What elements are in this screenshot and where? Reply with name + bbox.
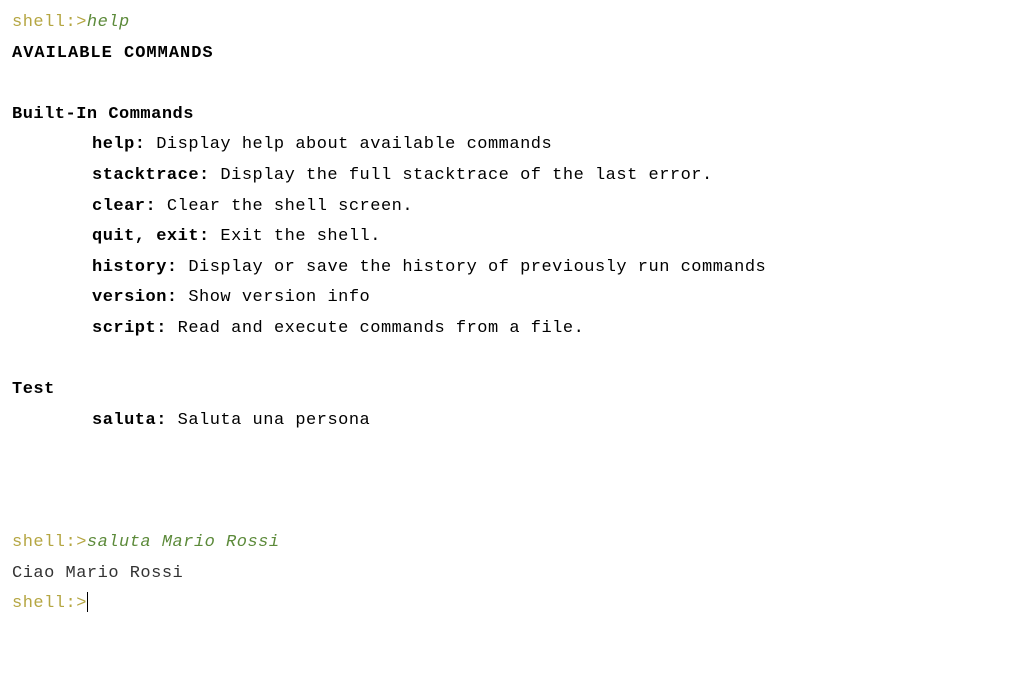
command-item: stacktrace: Display the full stacktrace …	[92, 161, 1012, 192]
command-desc: Exit the shell.	[210, 227, 381, 246]
command-desc: Clear the shell screen.	[156, 197, 413, 216]
entered-command: help	[87, 13, 130, 32]
command-name: script:	[92, 319, 167, 338]
command-name: help:	[92, 135, 146, 154]
command-item: script: Read and execute commands from a…	[92, 314, 1012, 345]
command-desc: Display or save the history of previousl…	[178, 258, 767, 277]
cursor	[87, 592, 88, 612]
command-name: version:	[92, 288, 178, 307]
blank-line	[12, 498, 1012, 529]
blank-line	[12, 345, 1012, 376]
group-heading-builtin: Built-In Commands	[12, 100, 1012, 131]
available-commands-heading: AVAILABLE COMMANDS	[12, 39, 1012, 70]
blank-line	[12, 69, 1012, 100]
command-name: saluta:	[92, 411, 167, 430]
command-name: stacktrace:	[92, 166, 210, 185]
blank-line	[12, 467, 1012, 498]
command-desc: Saluta una persona	[167, 411, 370, 430]
command-line: shell:>help	[12, 8, 1012, 39]
command-item: saluta: Saluta una persona	[92, 406, 1012, 437]
command-output: Ciao Mario Rossi	[12, 559, 1012, 590]
shell-prompt: shell:>	[12, 13, 87, 32]
command-item: history: Display or save the history of …	[92, 253, 1012, 284]
group-heading-test: Test	[12, 375, 1012, 406]
command-name: history:	[92, 258, 178, 277]
command-list-test: saluta: Saluta una persona	[12, 406, 1012, 437]
terminal[interactable]: shell:>help AVAILABLE COMMANDS Built-In …	[12, 8, 1012, 620]
command-item: quit, exit: Exit the shell.	[92, 222, 1012, 253]
command-desc: Display help about available commands	[146, 135, 553, 154]
command-list-builtin: help: Display help about available comma…	[12, 130, 1012, 344]
command-name: quit, exit:	[92, 227, 210, 246]
command-desc: Read and execute commands from a file.	[167, 319, 584, 338]
current-prompt-line[interactable]: shell:>	[12, 589, 1012, 620]
command-line: shell:>saluta Mario Rossi	[12, 528, 1012, 559]
entered-command: saluta Mario Rossi	[87, 533, 280, 552]
shell-prompt: shell:>	[12, 594, 87, 613]
command-name: clear:	[92, 197, 156, 216]
blank-line	[12, 436, 1012, 467]
command-desc: Show version info	[178, 288, 371, 307]
command-desc: Display the full stacktrace of the last …	[210, 166, 713, 185]
command-item: help: Display help about available comma…	[92, 130, 1012, 161]
command-item: version: Show version info	[92, 283, 1012, 314]
shell-prompt: shell:>	[12, 533, 87, 552]
command-item: clear: Clear the shell screen.	[92, 192, 1012, 223]
